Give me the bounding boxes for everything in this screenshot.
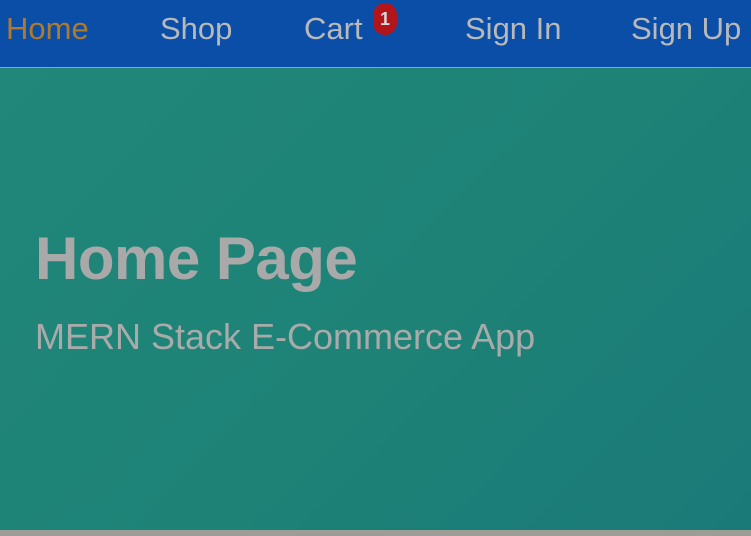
nav-link-shop[interactable]: Shop xyxy=(160,0,232,68)
page-bottom-divider xyxy=(0,530,751,536)
page-subtitle: MERN Stack E-Commerce App xyxy=(35,316,536,357)
hero-banner: Home Page MERN Stack E-Commerce App xyxy=(0,68,751,530)
nav-link-sign-up[interactable]: Sign Up xyxy=(631,0,741,68)
top-navbar: Home Shop Cart 1 Sign In Sign Up xyxy=(0,0,751,68)
cart-count-badge: 1 xyxy=(373,3,397,35)
page-title: Home Page xyxy=(35,225,358,292)
nav-link-sign-in[interactable]: Sign In xyxy=(465,0,562,68)
nav-link-home[interactable]: Home xyxy=(6,0,89,68)
nav-link-cart[interactable]: Cart xyxy=(304,0,363,68)
